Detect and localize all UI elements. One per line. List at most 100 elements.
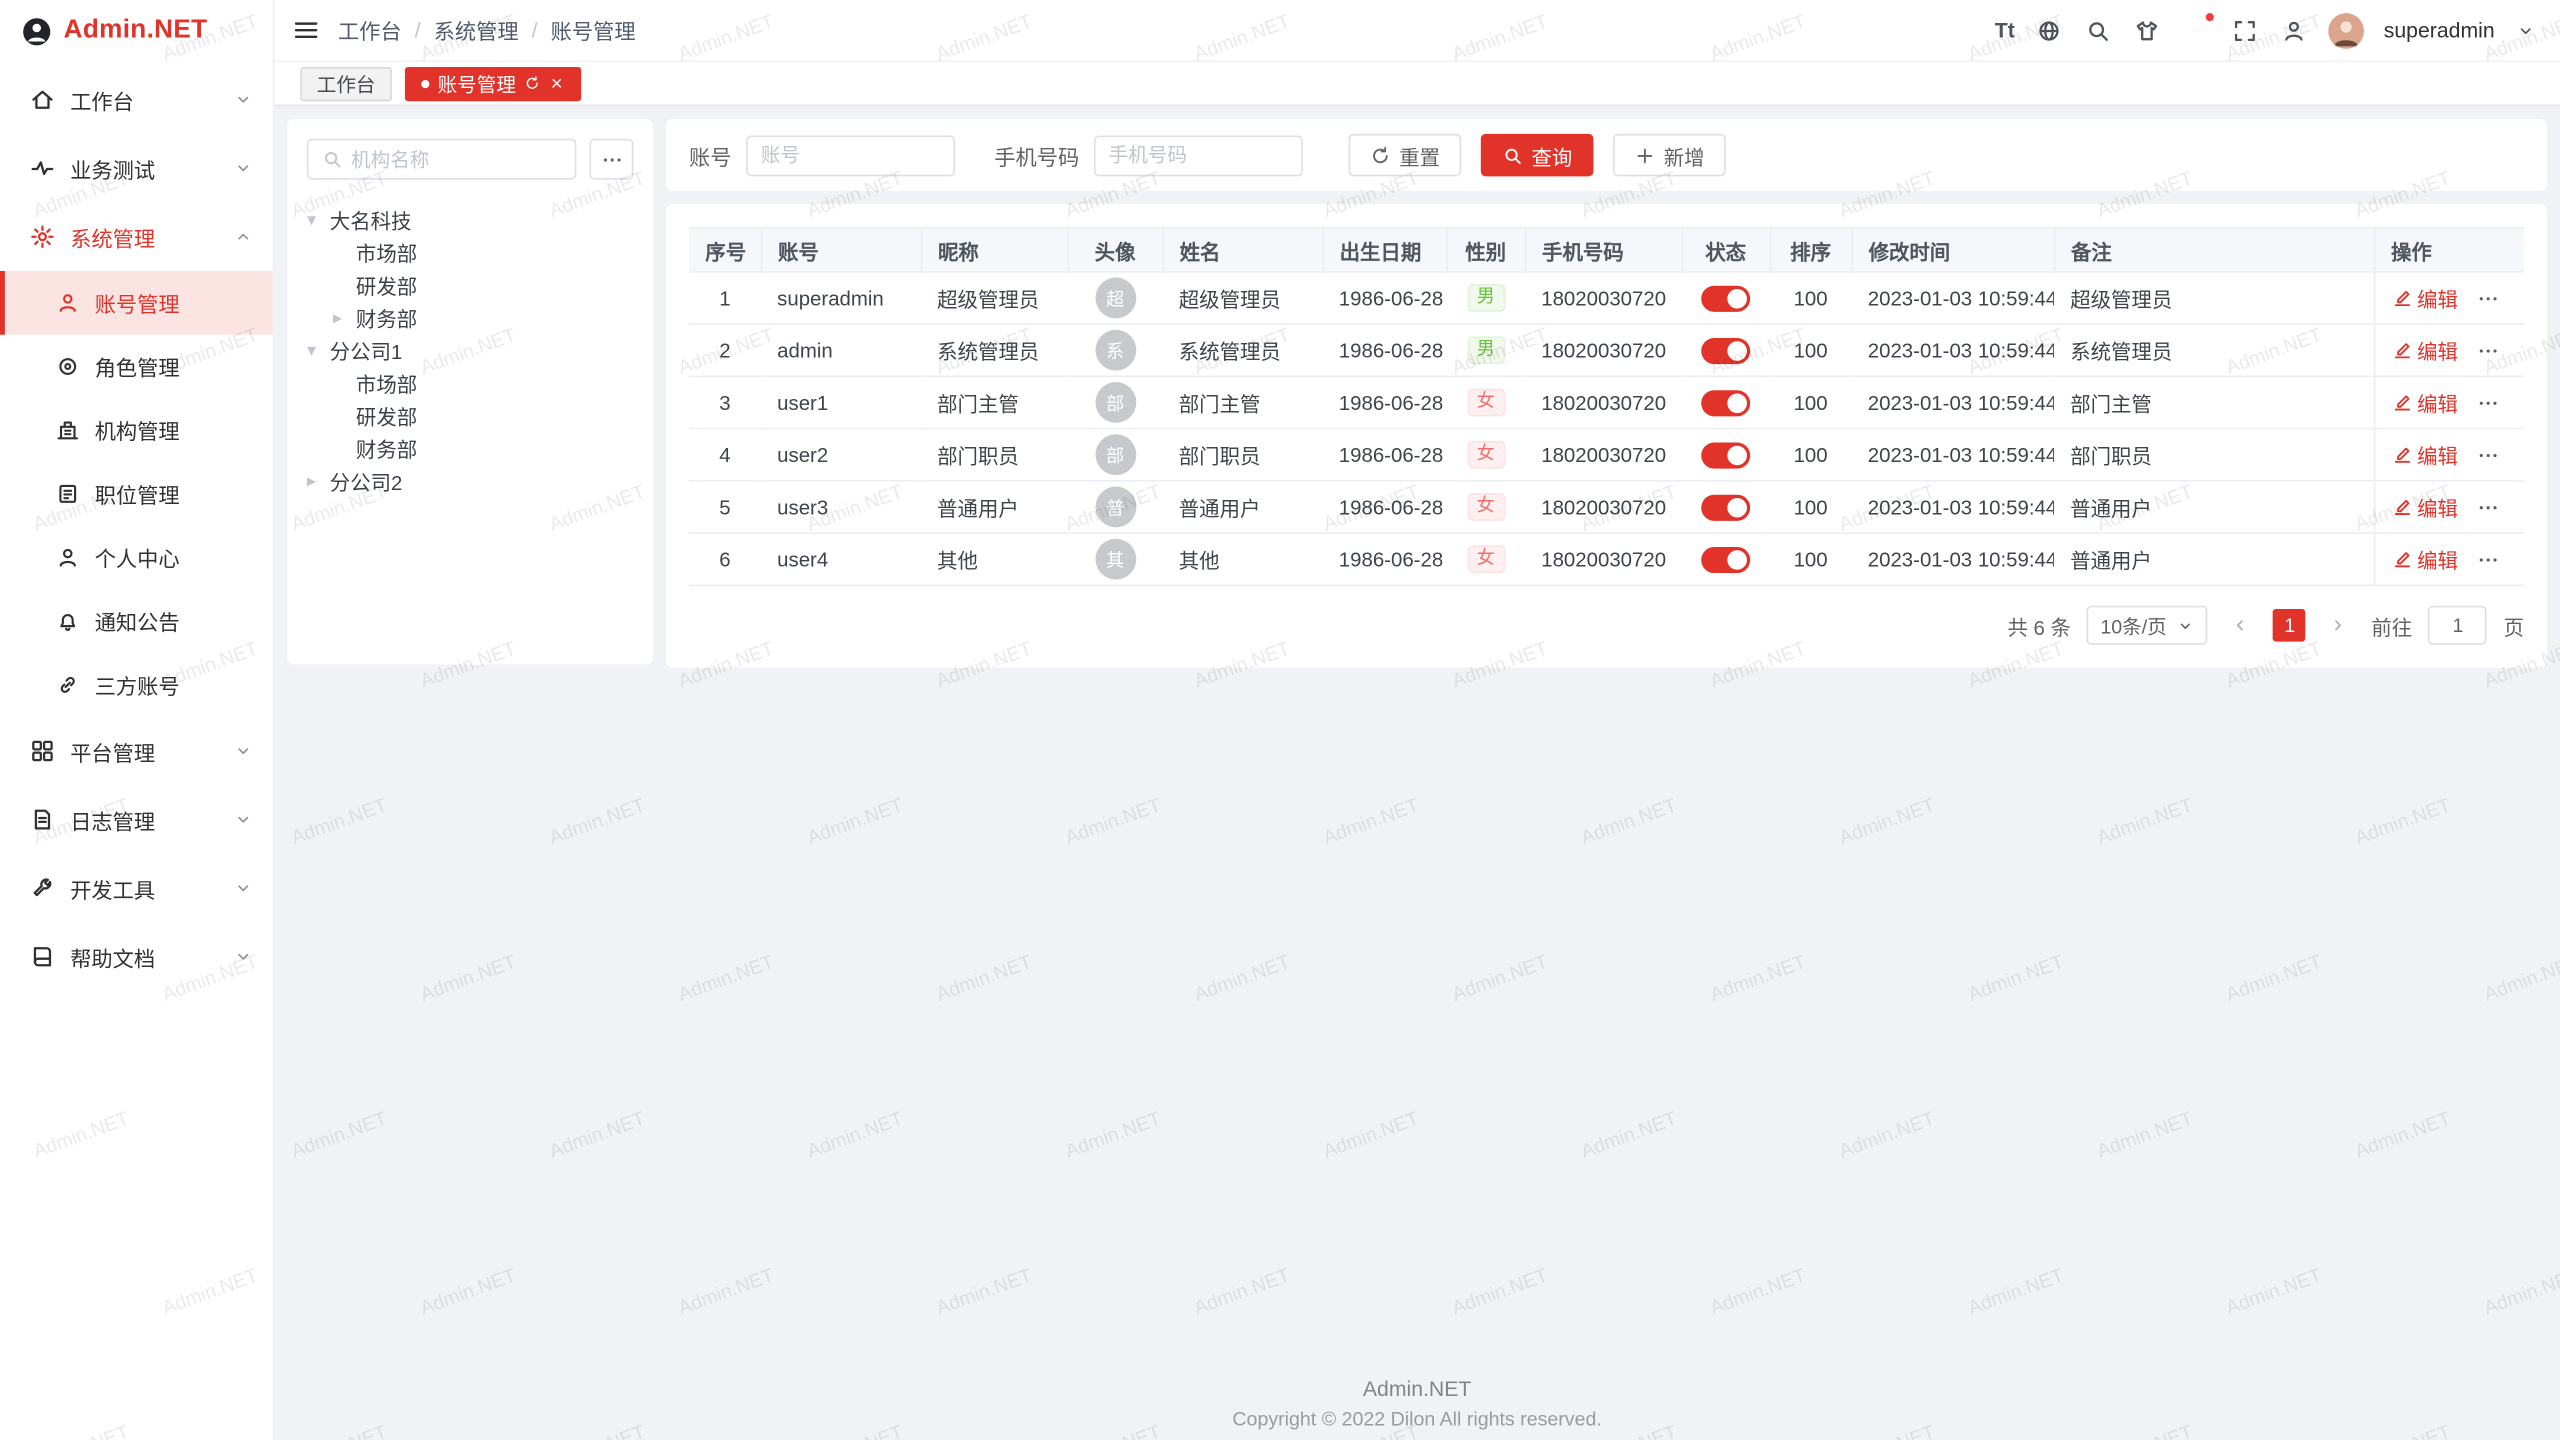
org-search-box[interactable] (307, 139, 576, 180)
tab-close-button[interactable] (549, 75, 565, 91)
tree-node-rd-dept-1[interactable]: 研发部 (307, 268, 634, 301)
logo-text: Admin.NET (64, 16, 208, 45)
search-icon (322, 149, 343, 170)
language-button[interactable] (2034, 16, 2063, 45)
reset-button[interactable]: 重置 (1349, 134, 1462, 176)
sidebar-item-help-docs[interactable]: 帮助文档 (0, 922, 273, 991)
breadcrumb-item[interactable]: 系统管理 (434, 15, 519, 46)
bell-icon (56, 609, 80, 633)
column-header-name: 姓名 (1162, 228, 1322, 272)
sidebar-item-dev-tools[interactable]: 开发工具 (0, 854, 273, 923)
tree-node-branch2[interactable]: ▸分公司2 (307, 464, 634, 497)
row-avatar: 部 (1095, 434, 1136, 475)
status-toggle[interactable] (1701, 337, 1750, 363)
tab-refresh-button[interactable] (524, 75, 540, 91)
sidebar-item-log-mgmt[interactable]: 日志管理 (0, 785, 273, 854)
log-icon (29, 807, 55, 833)
row-more-button[interactable] (2476, 287, 2499, 310)
cell-sort: 100 (1770, 272, 1852, 324)
row-avatar: 普 (1095, 487, 1136, 528)
sidebar-item-position-mgmt[interactable]: 职位管理 (0, 462, 273, 526)
column-header-gender: 性别 (1447, 228, 1525, 272)
tree-node-market-dept-2[interactable]: 市场部 (307, 366, 634, 399)
sidebar-item-role-mgmt[interactable]: 角色管理 (0, 335, 273, 399)
goto-page-input[interactable] (2429, 606, 2488, 645)
sidebar-item-notice[interactable]: 通知公告 (0, 589, 273, 653)
cell-name: 部门职员 (1162, 429, 1322, 481)
row-more-button[interactable] (2476, 339, 2499, 362)
sidebar-item-system-mgmt[interactable]: 系统管理 (0, 202, 273, 271)
profile-button[interactable] (2279, 16, 2308, 45)
tab-account-mgmt[interactable]: 账号管理 (405, 66, 581, 100)
logo-icon (21, 16, 52, 47)
tree-node-branch1[interactable]: ▾分公司1 (307, 333, 634, 366)
row-more-button[interactable] (2476, 496, 2499, 519)
cell-index: 4 (689, 429, 761, 481)
fullscreen-button[interactable] (2230, 16, 2259, 45)
sidebar-item-workbench[interactable]: 工作台 (0, 65, 273, 134)
tree-node-rd-dept-2[interactable]: 研发部 (307, 398, 634, 431)
tree-node-finance-dept-1[interactable]: ▸财务部 (307, 300, 634, 333)
sidebar-item-business-test[interactable]: 业务测试 (0, 134, 273, 203)
refresh-icon (524, 75, 540, 91)
search-button[interactable] (2083, 16, 2112, 45)
edit-button[interactable]: 编辑 (2391, 439, 2458, 470)
status-toggle[interactable] (1701, 442, 1750, 468)
cell-birth: 1986-06-28 (1322, 324, 1446, 376)
status-toggle[interactable] (1701, 546, 1750, 572)
org-search-input[interactable] (351, 148, 562, 171)
edit-button[interactable]: 编辑 (2391, 335, 2458, 366)
cell-nickname: 部门职员 (921, 429, 1068, 481)
tab-label: 工作台 (317, 69, 376, 97)
org-more-button[interactable] (589, 139, 633, 180)
row-more-button[interactable] (2476, 443, 2499, 466)
tree-node-finance-dept-2[interactable]: 财务部 (307, 431, 634, 464)
add-button[interactable]: 新增 (1613, 134, 1726, 176)
row-more-button[interactable] (2476, 391, 2499, 414)
cell-name: 普通用户 (1162, 481, 1322, 533)
topbar-actions: Tt undefined superadmin (1995, 12, 2537, 48)
search-button[interactable]: 查询 (1481, 134, 1594, 176)
user-menu-caret[interactable] (2514, 16, 2537, 45)
sidebar-item-personal-center[interactable]: 个人中心 (0, 526, 273, 590)
menu-collapse-icon[interactable] (291, 16, 320, 45)
sidebar-item-platform-mgmt[interactable]: 平台管理 (0, 717, 273, 786)
tree-node-market-dept-1[interactable]: 市场部 (307, 235, 634, 268)
sidebar-item-account-mgmt[interactable]: 账号管理 (0, 271, 273, 335)
next-page-button[interactable] (2322, 609, 2355, 642)
sidebar-item-third-account[interactable]: 三方账号 (0, 653, 273, 717)
tree-node-label: 财务部 (356, 432, 417, 463)
phone-input[interactable] (1094, 135, 1303, 176)
user-avatar[interactable] (2328, 12, 2364, 48)
status-toggle[interactable] (1701, 285, 1750, 311)
tree-caret-icon[interactable]: ▸ (307, 469, 330, 490)
page-size-select[interactable]: 10条/页 (2087, 606, 2208, 645)
tree-caret-icon[interactable]: ▸ (333, 306, 356, 327)
edit-button[interactable]: 编辑 (2391, 387, 2458, 418)
prev-page-button[interactable] (2224, 609, 2257, 642)
breadcrumb-item[interactable]: 账号管理 (551, 15, 636, 46)
edit-button[interactable]: 编辑 (2391, 282, 2458, 313)
column-header-sort: 排序 (1770, 228, 1852, 272)
edit-button[interactable]: 编辑 (2391, 491, 2458, 522)
status-toggle[interactable] (1701, 389, 1750, 415)
breadcrumb-separator: / (532, 18, 538, 42)
tab-workbench[interactable]: 工作台 (300, 66, 391, 100)
sidebar-item-org-mgmt[interactable]: 机构管理 (0, 398, 273, 462)
cell-gender: 女 (1447, 481, 1525, 533)
page-number-current[interactable]: 1 (2273, 609, 2306, 642)
tool-icon (29, 875, 55, 901)
theme-button[interactable] (2132, 16, 2161, 45)
tree-caret-icon[interactable]: ▾ (307, 339, 330, 360)
grid-icon (29, 738, 55, 764)
account-input[interactable] (746, 135, 955, 176)
row-more-button[interactable] (2476, 548, 2499, 571)
font-size-button[interactable]: Tt (1995, 18, 2015, 42)
tree-caret-icon[interactable]: ▾ (307, 208, 330, 229)
breadcrumb-item[interactable]: 工作台 (338, 15, 402, 46)
edit-button[interactable]: 编辑 (2391, 544, 2458, 575)
tree-node-daming-tech[interactable]: ▾大名科技 (307, 202, 634, 235)
notification-button[interactable]: undefined (2181, 16, 2210, 45)
username[interactable]: superadmin (2384, 18, 2495, 42)
status-toggle[interactable] (1701, 494, 1750, 520)
